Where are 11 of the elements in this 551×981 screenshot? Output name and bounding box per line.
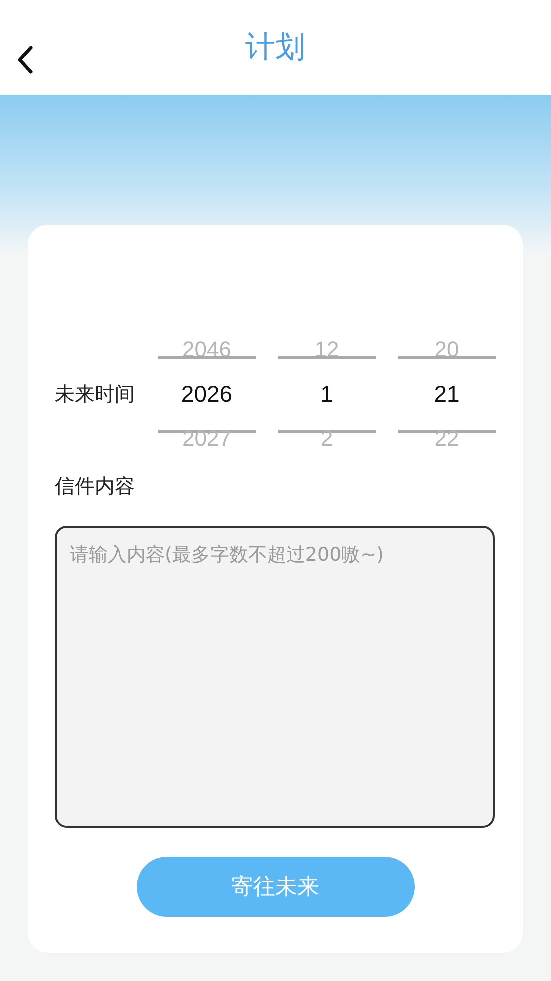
- letter-content-field[interactable]: 请输入内容(最多字数不超过200嗷~): [55, 526, 495, 828]
- picker-option[interactable]: 2027: [182, 427, 232, 451]
- page-title: 计划: [246, 29, 306, 67]
- field-label: 信件内容: [55, 473, 135, 500]
- picker-selected-value[interactable]: 21: [434, 381, 460, 408]
- send-button[interactable]: 寄往未来: [136, 857, 414, 917]
- field-label: 未来时间: [55, 381, 136, 408]
- picker-option[interactable]: 2: [320, 427, 334, 451]
- picker-option[interactable]: 22: [434, 427, 460, 451]
- picker-selected-value[interactable]: 2026: [181, 381, 233, 408]
- picker-selected-value[interactable]: 1: [320, 381, 334, 408]
